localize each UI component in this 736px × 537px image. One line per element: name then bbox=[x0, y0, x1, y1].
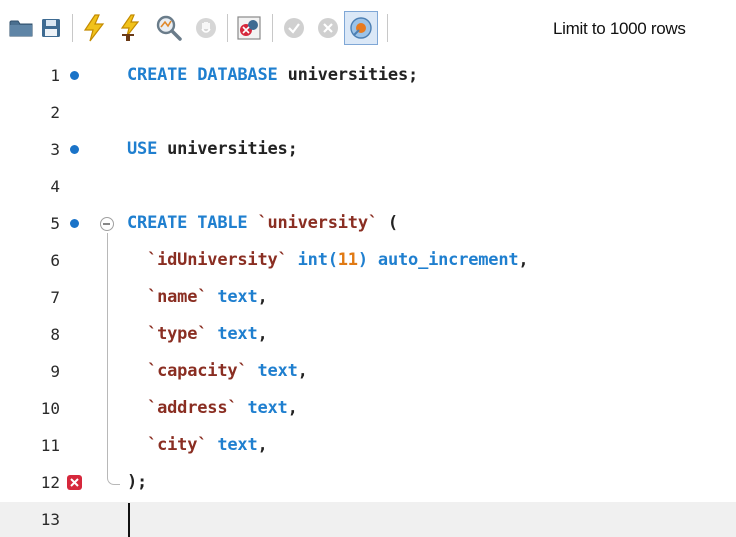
folder-icon bbox=[9, 20, 33, 37]
editor-line-7[interactable]: 7 `name` text, bbox=[0, 280, 736, 317]
line-number: 4 bbox=[50, 177, 60, 196]
autocommit-toggle[interactable] bbox=[344, 11, 378, 45]
line-number: 1 bbox=[50, 66, 60, 85]
editor-line-8[interactable]: 8 `type` text, bbox=[0, 317, 736, 354]
line-number: 5 bbox=[50, 214, 60, 233]
limit-rows-label: Limit to 1000 rows bbox=[553, 19, 686, 38]
line-number: 8 bbox=[50, 325, 60, 344]
line-number: 3 bbox=[50, 140, 60, 159]
editor-line-2[interactable]: 2 bbox=[0, 95, 736, 132]
line-number: 13 bbox=[40, 510, 60, 529]
stop-icon bbox=[196, 18, 216, 38]
editor-line-3[interactable]: 3 USE universities; bbox=[0, 132, 736, 169]
code-text: `address` text, bbox=[147, 398, 298, 418]
fold-guide-end bbox=[107, 474, 120, 485]
code-text: USE universities; bbox=[127, 139, 298, 159]
statement-marker bbox=[70, 219, 79, 228]
line-number: 7 bbox=[50, 288, 60, 307]
toggle-error-icon bbox=[237, 16, 261, 40]
execute-icon bbox=[83, 14, 105, 42]
editor-line-1[interactable]: 1 CREATE DATABASE universities; bbox=[0, 58, 736, 95]
rollback-icon bbox=[318, 18, 338, 38]
explain-button[interactable] bbox=[153, 13, 183, 43]
editor-line-13[interactable]: 13 bbox=[0, 502, 736, 537]
code-text: `capacity` text, bbox=[147, 361, 308, 381]
execute-current-icon bbox=[120, 14, 140, 41]
commit-icon bbox=[284, 18, 304, 38]
editor-line-11[interactable]: 11 `city` text, bbox=[0, 428, 736, 465]
statement-marker bbox=[70, 145, 79, 154]
save-icon bbox=[42, 19, 60, 37]
code-text: CREATE DATABASE universities; bbox=[127, 65, 419, 85]
editor-line-4[interactable]: 4 bbox=[0, 169, 736, 206]
code-text: `city` text, bbox=[147, 435, 268, 455]
line-number: 12 bbox=[40, 473, 60, 492]
execute-button[interactable] bbox=[79, 13, 109, 43]
code-text: CREATE TABLE `university` ( bbox=[127, 213, 398, 233]
line-number: 6 bbox=[50, 251, 60, 270]
editor-line-6[interactable]: 6 `idUniversity` int(11) auto_increment, bbox=[0, 243, 736, 280]
limit-rows-select[interactable]: Limit to 1000 rows bbox=[553, 14, 736, 44]
editor-line-9[interactable]: 9 `capacity` text, bbox=[0, 354, 736, 391]
code-text: `idUniversity` int(11) auto_increment, bbox=[147, 250, 529, 270]
line-number: 2 bbox=[50, 103, 60, 122]
stop-button[interactable] bbox=[191, 13, 221, 43]
rollback-button[interactable] bbox=[313, 13, 343, 43]
error-marker-icon[interactable] bbox=[67, 475, 82, 490]
save-button[interactable] bbox=[36, 13, 66, 43]
execute-current-button[interactable] bbox=[115, 13, 145, 43]
commit-button[interactable] bbox=[279, 13, 309, 43]
line-number: 11 bbox=[40, 436, 60, 455]
explain-icon bbox=[156, 15, 182, 41]
line-number: 9 bbox=[50, 362, 60, 381]
editor-toolbar: Limit to 1000 rows bbox=[0, 0, 736, 58]
code-text: `type` text, bbox=[147, 324, 268, 344]
fold-collapse-icon[interactable] bbox=[100, 217, 114, 231]
autocommit-icon bbox=[350, 17, 372, 39]
line-number: 10 bbox=[40, 399, 60, 418]
statement-marker bbox=[70, 71, 79, 80]
fold-guide bbox=[107, 233, 108, 477]
code-text: ); bbox=[127, 472, 148, 492]
editor-line-10[interactable]: 10 `address` text, bbox=[0, 391, 736, 428]
text-caret bbox=[128, 503, 130, 537]
open-file-button[interactable] bbox=[6, 13, 36, 43]
toggle-error-button[interactable] bbox=[234, 13, 264, 43]
code-text: `name` text, bbox=[147, 287, 268, 307]
